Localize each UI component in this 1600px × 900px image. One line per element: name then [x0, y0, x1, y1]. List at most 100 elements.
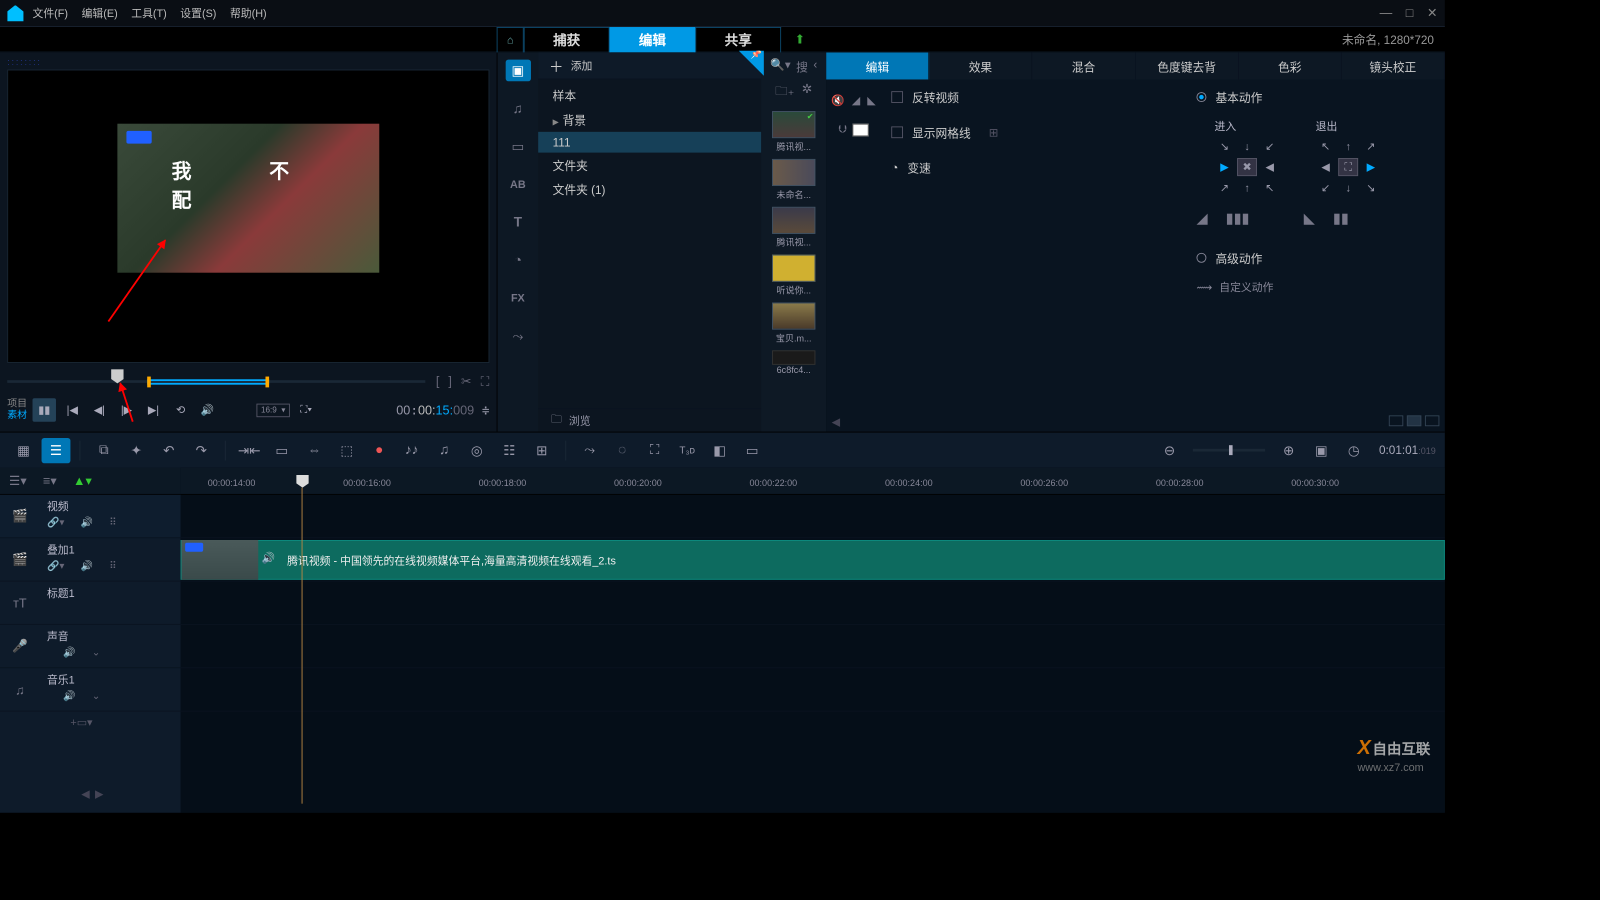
mode-material-label[interactable]: 素材	[7, 410, 27, 422]
show-grid-option[interactable]: 显示网格线⊞	[891, 124, 1169, 141]
undo-icon[interactable]: ↶	[154, 438, 183, 463]
audio-mixer-icon[interactable]: ♪♪	[397, 438, 426, 463]
menu-edit[interactable]: 编辑(E)	[82, 5, 118, 20]
screen-rec-icon[interactable]: ▭	[738, 438, 767, 463]
menu-tools[interactable]: 工具(T)	[131, 5, 167, 20]
advanced-motion-option[interactable]: 高级动作	[1196, 249, 1444, 266]
record-icon[interactable]: ●	[365, 438, 394, 463]
go-start-button[interactable]: |◀	[61, 399, 83, 421]
track-video[interactable]: 🎬 视频🔗▾🔊⠿	[0, 495, 181, 538]
libcat-path-icon[interactable]: ⤳	[505, 325, 530, 347]
list-menu-icon[interactable]: ☰▾	[9, 473, 27, 488]
timeline-view-icon[interactable]: ☰	[42, 438, 71, 463]
redo-icon[interactable]: ↷	[187, 438, 216, 463]
opt-tab-color[interactable]: 色彩	[1239, 52, 1342, 79]
tab-home-icon[interactable]: ⌂	[497, 27, 524, 52]
trim-range[interactable]	[147, 379, 269, 384]
mark-in-icon[interactable]: [	[436, 373, 440, 388]
exit-direction-grid[interactable]: ↖↑↗ ◀⛶▶ ↙↓↘	[1316, 137, 1381, 197]
voice-track-lane[interactable]	[181, 625, 1445, 668]
pin-icon[interactable]	[739, 51, 764, 76]
import-icon[interactable]: 🗀₊	[775, 81, 794, 103]
tab-capture[interactable]: 捕获	[524, 27, 610, 52]
pan-zoom-icon[interactable]: ⇔	[300, 438, 329, 463]
lib-folder-background[interactable]: ▶背景	[538, 107, 761, 131]
timeline-tracks-area[interactable]: 00:00:14:00 00:00:16:00 00:00:18:00 00:0…	[181, 468, 1445, 813]
thumb-5[interactable]: 6c8fc4...	[772, 350, 815, 375]
sort-menu-icon[interactable]: ≡▾	[43, 473, 57, 488]
lib-folder-1[interactable]: 文件夹 (1)	[538, 177, 761, 201]
thumb-3[interactable]: 听说你...	[772, 255, 815, 297]
search-icon[interactable]: 🔍▾	[770, 58, 791, 75]
opt-tab-lens[interactable]: 镜头校正	[1342, 52, 1445, 79]
lib-folder-sample[interactable]: 样本	[538, 83, 761, 107]
speed-option[interactable]: ◔变速	[891, 159, 1169, 176]
playhead[interactable]	[296, 475, 309, 488]
libcat-audio-icon[interactable]: ♫	[505, 98, 530, 120]
add-track-button[interactable]: +▭▾	[0, 712, 181, 734]
capture-icon[interactable]: ✲	[802, 81, 813, 103]
snapshot-icon[interactable]: ⛶	[640, 438, 669, 463]
thumb-1[interactable]: 未命名...	[772, 159, 815, 201]
subtitle-icon[interactable]: ☷	[495, 438, 524, 463]
preview-scrubber[interactable]: [ ] ✂ ⛶	[7, 368, 489, 393]
window-close[interactable]: ✕	[1427, 5, 1438, 20]
fade-out-icon[interactable]: ◣	[867, 94, 875, 107]
video-track-lane[interactable]	[181, 495, 1445, 538]
h-scroll-controls[interactable]: ◀▶	[0, 787, 181, 800]
clock-icon[interactable]: ◷	[1339, 438, 1368, 463]
trim-icon[interactable]: ⇥⇤	[235, 438, 264, 463]
menu-help[interactable]: 帮助(H)	[230, 5, 267, 20]
libcat-transition-icon[interactable]: ▭	[505, 135, 530, 157]
tools-icon[interactable]: ✦	[122, 438, 151, 463]
track-voice[interactable]: 🎤 声音🔊⌄	[0, 625, 181, 668]
libcat-media-icon[interactable]: ▣	[505, 60, 530, 82]
opt-tab-blend[interactable]: 混合	[1032, 52, 1135, 79]
speed-fx-icon[interactable]: ⤳	[575, 438, 604, 463]
overlay-track-lane[interactable]: 🔊 腾讯视频 - 中国领先的在线视频媒体平台,海量高清视频在线观看_2.ts	[181, 538, 1445, 581]
mute-track-icon[interactable]: 🔊	[81, 517, 93, 529]
trim-in-handle[interactable]	[147, 376, 151, 387]
zoom-slider[interactable]	[1193, 449, 1265, 452]
thumb-4[interactable]: 宝贝.m...	[772, 303, 815, 345]
stabilize-icon[interactable]: ◌	[608, 438, 637, 463]
mode-project-label[interactable]: 项目	[7, 398, 27, 410]
trim-out-handle[interactable]	[265, 376, 269, 387]
multi-cam-icon[interactable]: ⊞	[527, 438, 556, 463]
fx-track-icon[interactable]: ⠿	[109, 517, 116, 529]
libcat-graphic-icon[interactable]: ◔	[505, 249, 530, 271]
zoom-in-icon[interactable]: ⊕	[1274, 438, 1303, 463]
search-field[interactable]: 搜	[796, 58, 808, 75]
window-maximize[interactable]: □	[1406, 5, 1414, 20]
flip-video-option[interactable]: 反转视频	[891, 88, 1169, 105]
mark-out-icon[interactable]: ]	[448, 373, 452, 388]
upload-icon[interactable]: ⬆	[795, 32, 806, 47]
motion-presets[interactable]: ◢▮▮▮◣▮▮	[1196, 209, 1444, 227]
music-track-lane[interactable]	[181, 668, 1445, 711]
loop-button[interactable]: ⟲	[170, 399, 192, 421]
thumb-0[interactable]: 腾讯视...	[772, 111, 815, 153]
crop-icon[interactable]: ▭	[267, 438, 296, 463]
thumb-2[interactable]: 腾讯视...	[772, 207, 815, 249]
motion-track-icon[interactable]: ◎	[462, 438, 491, 463]
expand-tracks-icon[interactable]: ▲▾	[73, 473, 92, 488]
menu-settings[interactable]: 设置(S)	[180, 5, 216, 20]
split-icon[interactable]: ✂	[461, 373, 472, 388]
collapse-icon[interactable]: ⮋	[838, 123, 846, 137]
resize-icon[interactable]: ⬚	[332, 438, 361, 463]
zoom-out-icon[interactable]: ⊖	[1155, 438, 1184, 463]
layout-switcher[interactable]	[1389, 415, 1440, 431]
title-track-lane[interactable]	[181, 582, 1445, 625]
overlay-clip[interactable]: 🔊 腾讯视频 - 中国领先的在线视频媒体平台,海量高清视频在线观看_2.ts	[181, 540, 1445, 580]
basic-motion-option[interactable]: 基本动作	[1196, 88, 1444, 105]
preview-viewport[interactable]: 我 不 配	[7, 70, 489, 363]
libcat-fx-icon[interactable]: FX	[505, 287, 530, 309]
opt-tab-chroma[interactable]: 色度键去背	[1136, 52, 1239, 79]
browse-button[interactable]: 🗀 浏览	[538, 408, 761, 431]
volume-button[interactable]: 🔊	[197, 399, 219, 421]
scroll-left-icon[interactable]: ◀	[832, 415, 840, 431]
copy-icon[interactable]: ⧉	[89, 438, 118, 463]
mute-icon[interactable]: 🔇	[831, 94, 845, 107]
opt-tab-effect[interactable]: 效果	[929, 52, 1032, 79]
fit-project-icon[interactable]: ▣	[1307, 438, 1336, 463]
